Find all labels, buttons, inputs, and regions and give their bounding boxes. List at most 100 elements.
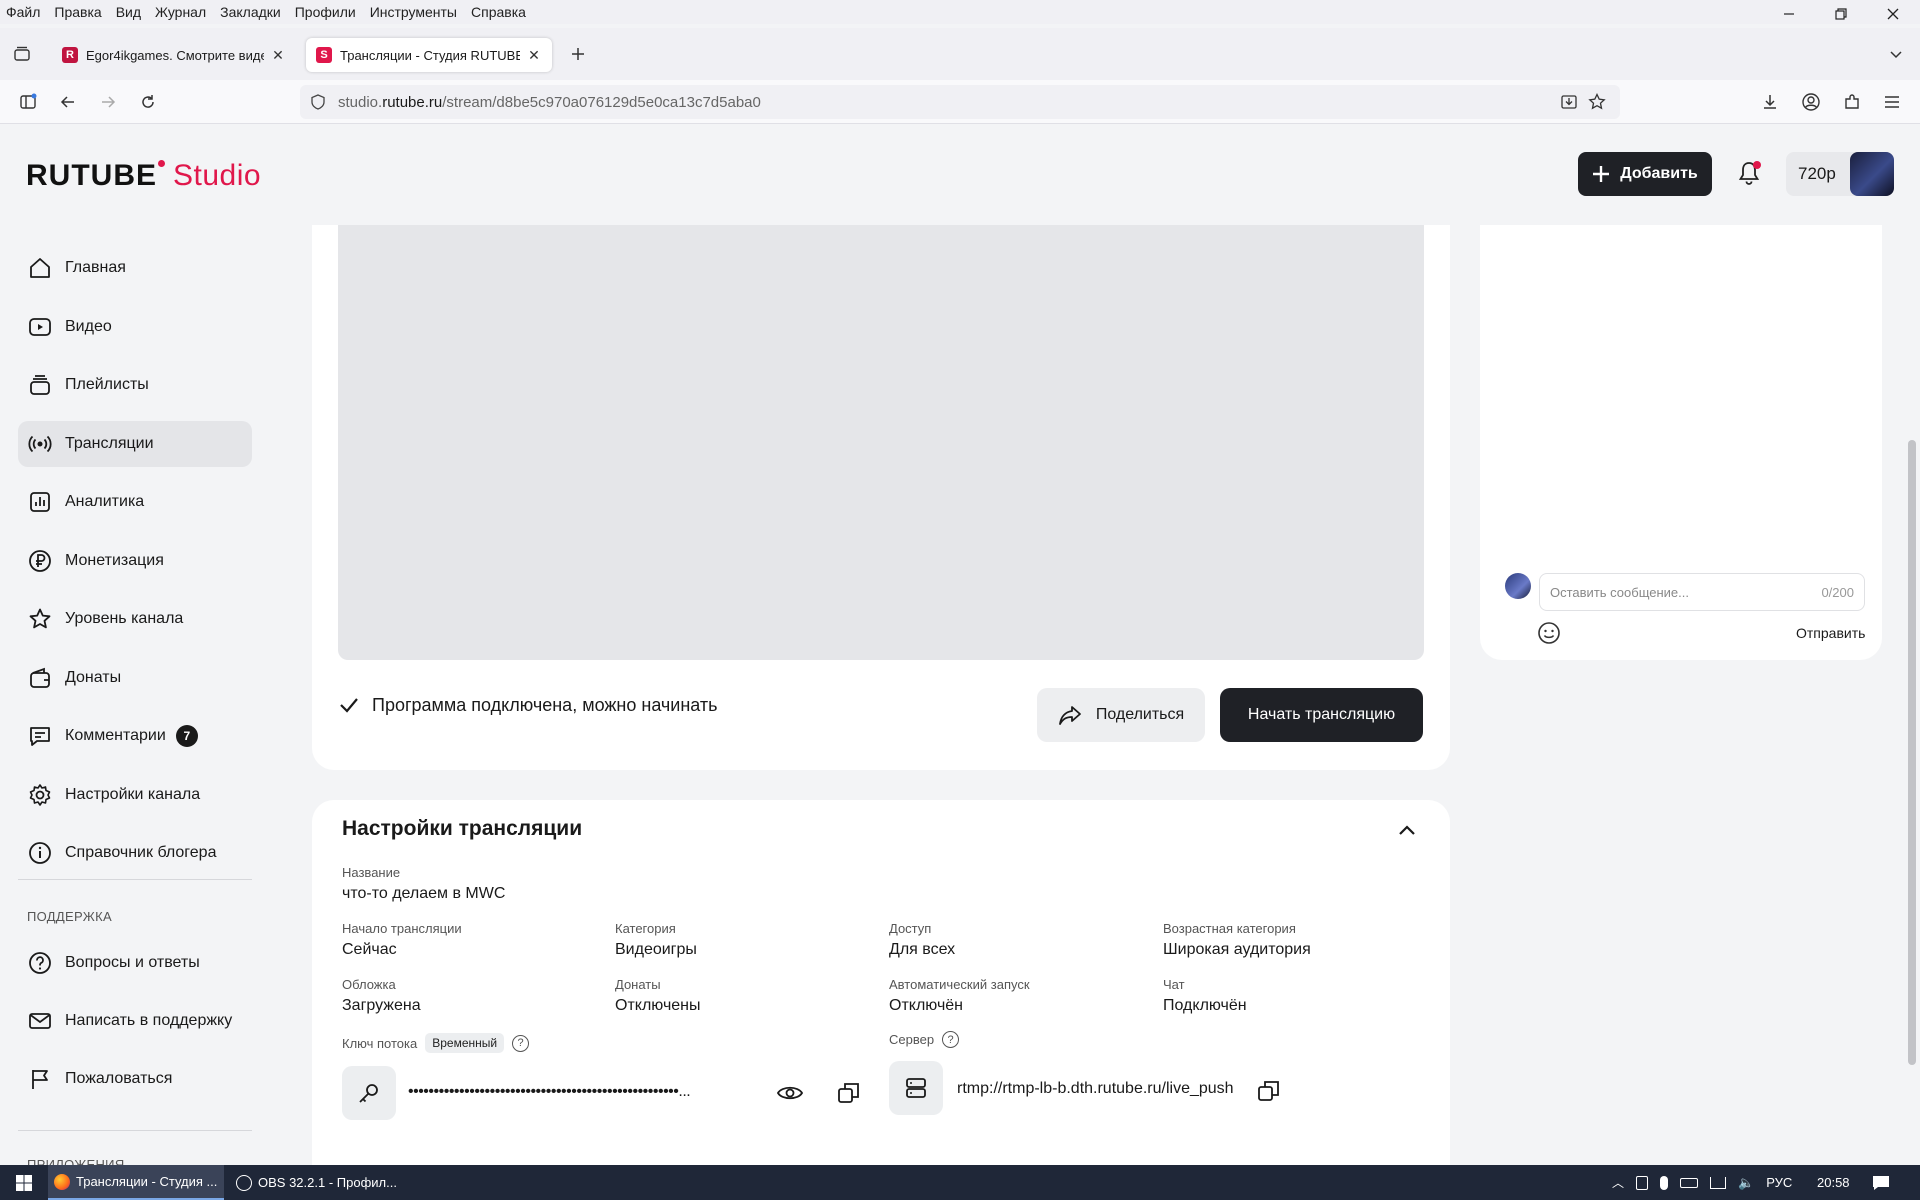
new-tab-button[interactable]	[564, 40, 592, 68]
sidebar-item-5[interactable]: Монетизация	[18, 538, 252, 584]
collapse-settings-button[interactable]	[1392, 815, 1422, 845]
bookmark-star-icon[interactable]	[1588, 93, 1606, 111]
field-label: Начало трансляции	[342, 921, 462, 936]
tab-list-button[interactable]	[8, 40, 36, 68]
sidebar-item-0[interactable]: Вопросы и ответы	[18, 940, 252, 986]
menu-view[interactable]: Вид	[109, 4, 148, 20]
start-button[interactable]	[6, 1165, 42, 1200]
sidebar-item-10[interactable]: Справочник блогера	[18, 830, 252, 876]
sidebar-item-9[interactable]: Настройки канала	[18, 772, 252, 818]
share-button[interactable]: Поделиться	[1037, 688, 1205, 742]
help-icon[interactable]: ?	[942, 1031, 960, 1048]
forward-button[interactable]	[94, 88, 122, 116]
menu-edit[interactable]: Правка	[47, 4, 108, 20]
gear-icon	[27, 782, 53, 808]
sidebar-item-label: Главная	[65, 259, 126, 276]
emoji-button[interactable]	[1536, 620, 1562, 646]
tab-streams-studio[interactable]: S Трансляции - Студия RUTUBE ✕	[306, 38, 552, 72]
stream-status: Программа подключена, можно начинать	[338, 690, 718, 720]
sidebar-item-3[interactable]: Трансляции	[18, 421, 252, 467]
sidebar-item-4[interactable]: Аналитика	[18, 479, 252, 525]
sidebar-item-label: Комментарии	[65, 727, 166, 744]
taskbar-label: OBS 32.2.1 - Профил...	[258, 1175, 397, 1190]
sidebar-item-1[interactable]: Видео	[18, 304, 252, 350]
taskbar-obs[interactable]: OBS 32.2.1 - Профил...	[230, 1165, 406, 1200]
sidebar-item-6[interactable]: Уровень канала	[18, 596, 252, 642]
extensions-button[interactable]	[1838, 88, 1866, 116]
sidebar-item-7[interactable]: Донаты	[18, 655, 252, 701]
site-shield-icon[interactable]	[310, 94, 326, 110]
sidebar-item-0[interactable]: Главная	[18, 245, 252, 291]
restore-window-button[interactable]	[1818, 0, 1864, 28]
chat-send-button[interactable]: Отправить	[1796, 625, 1865, 641]
question-icon	[27, 950, 53, 976]
tab-overflow-button[interactable]	[1882, 40, 1910, 68]
battery-icon[interactable]	[1680, 1177, 1699, 1188]
downloads-button[interactable]	[1756, 88, 1784, 116]
studio-favicon-icon: S	[316, 47, 332, 63]
chat-message-input[interactable]: Оставить сообщение... 0/200	[1539, 573, 1865, 611]
field-category: Категория Видеоигры	[615, 921, 697, 959]
copy-server-button[interactable]	[1254, 1076, 1284, 1106]
sidebar-item-label: Пожаловаться	[65, 1070, 173, 1087]
notifications-center-button[interactable]	[1872, 1165, 1890, 1200]
add-button[interactable]: Добавить	[1578, 152, 1712, 196]
tab-close-icon[interactable]: ✕	[526, 47, 542, 64]
field-value: Видеоигры	[615, 941, 697, 958]
copy-key-button[interactable]	[834, 1078, 864, 1108]
menu-history[interactable]: Журнал	[148, 4, 213, 20]
help-icon[interactable]: ?	[512, 1034, 530, 1052]
sidebar-item-1[interactable]: Написать в поддержку	[18, 998, 252, 1044]
browser-navbar: studio. rutube.ru/stream/d8be5c970a076129…	[0, 80, 1920, 124]
sidebar-item-8[interactable]: Комментарии 7	[18, 713, 252, 759]
page-scrollbar-thumb[interactable]	[1908, 440, 1916, 1065]
close-window-button[interactable]	[1870, 0, 1916, 28]
menu-tools[interactable]: Инструменты	[363, 4, 464, 20]
menu-help[interactable]: Справка	[464, 4, 533, 20]
save-page-icon[interactable]	[1560, 93, 1578, 111]
taskbar-firefox[interactable]: Трансляции - Студия ...	[48, 1165, 224, 1200]
volume-icon[interactable]: 🔈	[1738, 1175, 1754, 1191]
microphone-icon[interactable]	[1660, 1175, 1669, 1190]
start-stream-button[interactable]: Начать трансляцию	[1220, 688, 1423, 742]
sidebar-icon	[20, 93, 37, 109]
sidebar-item-2[interactable]: Плейлисты	[18, 362, 252, 408]
server-url-value: rtmp://rtmp-lb-b.dth.rutube.ru/live_push	[957, 1080, 1234, 1097]
sidebar-toggle-button[interactable]	[14, 88, 42, 116]
clock[interactable]: 20:58	[1817, 1165, 1850, 1200]
chat-placeholder: Оставить сообщение...	[1550, 584, 1689, 600]
field-label: Категория	[615, 921, 676, 936]
avatar[interactable]	[1850, 152, 1894, 196]
tab-egor4ikgames[interactable]: R Egor4ikgames. Смотрите виде ✕	[52, 38, 296, 72]
notifications-button[interactable]	[1734, 158, 1764, 188]
clock-time: 20:58	[1817, 1175, 1850, 1190]
close-icon	[1887, 8, 1899, 20]
tab-close-icon[interactable]: ✕	[270, 47, 286, 64]
rutube-studio-logo[interactable]: RUTUBE Studio	[26, 159, 261, 193]
back-button[interactable]	[54, 88, 82, 116]
account-button[interactable]	[1797, 88, 1825, 116]
show-key-button[interactable]	[775, 1078, 805, 1108]
network-icon[interactable]	[1710, 1176, 1727, 1189]
menu-profiles[interactable]: Профили	[288, 4, 363, 20]
menu-bookmarks[interactable]: Закладки	[213, 4, 288, 20]
ruble-icon	[27, 548, 53, 574]
menu-file[interactable]: Файл	[0, 4, 47, 20]
home-icon	[27, 255, 53, 281]
reload-button[interactable]	[134, 88, 162, 116]
eye-icon	[777, 1086, 803, 1100]
language-indicator[interactable]: РУС	[1766, 1175, 1792, 1190]
temporary-tag: Временный	[425, 1033, 505, 1053]
address-bar[interactable]: studio. rutube.ru/stream/d8be5c970a076129…	[300, 85, 1620, 119]
field-label: Автоматический запуск	[889, 977, 1030, 992]
tab-label: Трансляции - Студия RUTUBE	[340, 47, 520, 63]
reload-icon	[142, 95, 154, 108]
quality-profile-button[interactable]: 720p	[1786, 152, 1894, 196]
sidebar-item-2[interactable]: Пожаловаться	[18, 1056, 252, 1102]
field-value: Сейчас	[342, 941, 397, 958]
app-menu-button[interactable]	[1878, 88, 1906, 116]
broadcast-icon	[27, 431, 53, 457]
minimize-window-button[interactable]	[1766, 0, 1812, 28]
tray-expand-icon[interactable]: ︿	[1612, 1174, 1624, 1191]
meet-now-icon[interactable]	[1636, 1175, 1649, 1190]
